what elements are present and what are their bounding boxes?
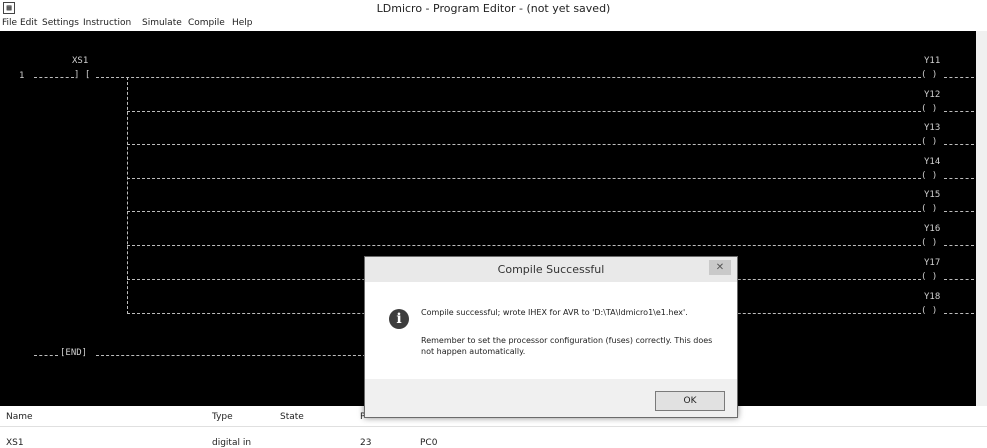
rung-wire [944,313,974,314]
window-title: LDmicro - Program Editor - (not yet save… [376,2,611,15]
coil-symbol[interactable]: ( ) [921,104,937,114]
compile-success-dialog: Compile Successful ✕ i Compile successfu… [364,256,738,418]
branch-wire [127,245,921,246]
header-separator [0,426,987,427]
menu-simulate[interactable]: Simulate [142,18,182,28]
coil-symbol[interactable]: ( ) [921,70,937,80]
io-row-pin: 23 [360,438,372,448]
coil-name: Y16 [924,224,941,234]
col-state-header[interactable]: State [280,412,304,422]
coil-name: Y17 [924,258,941,268]
rung-wire [96,77,921,78]
menu-settings[interactable]: Settings [42,18,79,28]
coil-symbol[interactable]: ( ) [921,204,937,214]
contact-symbol[interactable]: ] [ [74,70,90,80]
menu-instruction[interactable]: Instruction [83,18,131,28]
coil-symbol[interactable]: ( ) [921,306,937,316]
rung-wire [96,355,366,356]
coil-name: Y18 [924,292,941,302]
ok-button[interactable]: OK [655,391,725,411]
menu-edit[interactable]: Edit [20,18,37,28]
rung-wire [34,355,58,356]
info-icon: i [389,309,409,329]
dialog-footer: OK [365,379,737,417]
close-icon[interactable]: ✕ [709,260,731,275]
io-row-type: digital in [212,438,252,448]
vertical-scrollbar[interactable] [976,31,987,406]
coil-name: Y13 [924,123,941,133]
coil-symbol[interactable]: ( ) [921,171,937,181]
menu-bar: File Edit Settings Instruction Simulate … [0,17,987,31]
end-marker: [END] [60,348,88,358]
dialog-note: Remember to set the processor configurat… [421,336,713,356]
dialog-title: Compile Successful [497,263,605,276]
branch-wire [127,144,921,145]
rung-wire [944,111,974,112]
dialog-title-bar[interactable]: Compile Successful ✕ [365,257,737,282]
coil-name: Y12 [924,90,941,100]
col-name-header[interactable]: Name [6,412,33,422]
rung-wire [944,211,974,212]
title-bar: ▦ LDmicro - Program Editor - (not yet sa… [0,0,987,17]
coil-symbol[interactable]: ( ) [921,238,937,248]
io-row-port: PC0 [420,438,438,448]
coil-name: Y11 [924,56,941,66]
rung-wire [944,144,974,145]
rung-wire [944,77,974,78]
menu-help[interactable]: Help [232,18,253,28]
dialog-message: Compile successful; wrote IHEX for AVR t… [421,308,688,317]
branch-wire [127,211,921,212]
coil-symbol[interactable]: ( ) [921,137,937,147]
rung-number: 1 [19,71,25,81]
io-row-name[interactable]: XS1 [6,438,24,448]
coil-symbol[interactable]: ( ) [921,272,937,282]
coil-name: Y14 [924,157,941,167]
branch-wire [127,178,921,179]
rung-wire [944,178,974,179]
menu-compile[interactable]: Compile [188,18,225,28]
rung-wire [944,279,974,280]
rung-wire [34,77,74,78]
col-type-header[interactable]: Type [212,412,233,422]
menu-file[interactable]: File [2,18,17,28]
rung-wire [944,245,974,246]
contact-name: XS1 [72,56,89,66]
coil-name: Y15 [924,190,941,200]
branch-wire [127,111,921,112]
